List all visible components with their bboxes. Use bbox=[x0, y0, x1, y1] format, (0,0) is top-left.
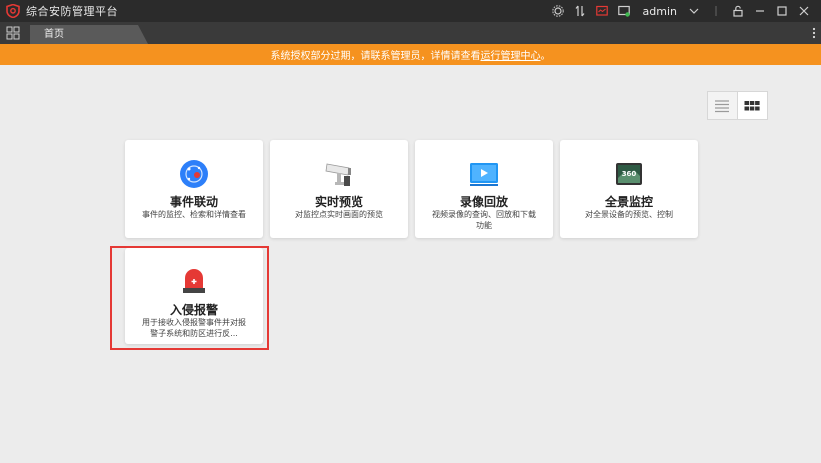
license-notice-banner: 系统授权部分过期，请联系管理员，详情请查看 运行管理中心 。 bbox=[0, 44, 821, 65]
settings-gear-icon[interactable] bbox=[549, 2, 567, 20]
maximize-icon[interactable] bbox=[773, 2, 791, 20]
transfer-arrows-icon[interactable] bbox=[571, 2, 589, 20]
tab-bar: 首页 bbox=[0, 22, 821, 44]
grid-view-button[interactable] bbox=[738, 92, 767, 119]
card-description: 对全景设备的预览、控制 bbox=[585, 210, 673, 219]
close-icon[interactable] bbox=[795, 2, 813, 20]
tab-home[interactable]: 首页 bbox=[30, 25, 148, 44]
card-description: 事件的监控、检索和详情查看 bbox=[142, 210, 246, 219]
notice-text: 系统授权部分过期，请联系管理员，详情请查看 bbox=[270, 51, 481, 62]
chevron-down-icon[interactable] bbox=[685, 2, 703, 20]
card-title: 事件联动 bbox=[169, 195, 218, 209]
notice-suffix: 。 bbox=[540, 51, 551, 62]
divider-icon bbox=[707, 2, 725, 20]
list-view-icon bbox=[715, 99, 730, 112]
event-linkage-icon bbox=[180, 160, 208, 188]
title-bar: 综合安防管理平台 admin bbox=[0, 0, 821, 22]
card-live-preview[interactable]: 实时预览 对监控点实时画面的预览 bbox=[270, 140, 408, 238]
card-description: 视频录像的查询、回放和下载功能 bbox=[432, 210, 536, 230]
app-menu-grid-icon[interactable] bbox=[6, 26, 20, 40]
card-video-playback[interactable]: 录像回放 视频录像的查询、回放和下载功能 bbox=[415, 140, 553, 238]
card-event-linkage[interactable]: 事件联动 事件的监控、检索和详情查看 bbox=[125, 140, 263, 238]
camera-icon bbox=[325, 163, 351, 186]
alarm-monitor-icon[interactable] bbox=[593, 2, 611, 20]
notice-link[interactable]: 运行管理中心 bbox=[481, 47, 541, 62]
lock-icon[interactable] bbox=[729, 2, 747, 20]
video-playback-icon bbox=[470, 163, 498, 186]
selection-highlight bbox=[110, 246, 269, 350]
card-description: 对监控点实时画面的预览 bbox=[295, 210, 383, 219]
card-title: 全景监控 bbox=[604, 195, 653, 209]
panorama-icon: 360 bbox=[616, 163, 642, 185]
card-title: 录像回放 bbox=[459, 195, 508, 209]
user-name[interactable]: admin bbox=[643, 5, 677, 18]
card-panorama-monitor[interactable]: 360 全景监控 对全景设备的预览、控制 bbox=[560, 140, 698, 238]
panorama-badge-text: 360 bbox=[622, 170, 637, 178]
app-title: 综合安防管理平台 bbox=[26, 5, 118, 18]
minimize-icon[interactable] bbox=[751, 2, 769, 20]
grid-view-icon bbox=[744, 100, 760, 110]
app-logo-icon bbox=[6, 4, 20, 18]
more-vertical-icon[interactable] bbox=[811, 27, 817, 39]
view-mode-toggle bbox=[707, 91, 768, 120]
card-title: 实时预览 bbox=[314, 195, 363, 209]
list-view-button[interactable] bbox=[708, 92, 738, 119]
device-status-icon[interactable] bbox=[615, 2, 633, 20]
